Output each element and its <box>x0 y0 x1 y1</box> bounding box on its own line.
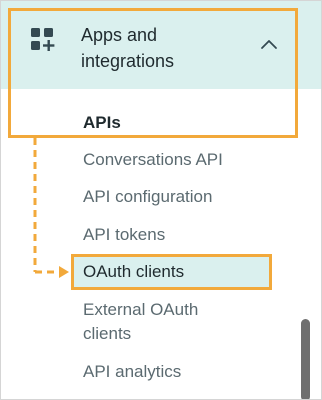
scrollbar-thumb[interactable] <box>301 319 310 399</box>
highlight-box-section <box>8 8 298 138</box>
nav-item-api-tokens[interactable]: API tokens <box>83 223 165 247</box>
highlight-box-oauth-clients <box>71 254 272 290</box>
nav-item-external-oauth-clients[interactable]: External OAuth clients <box>83 298 243 346</box>
nav-item-conversations-api[interactable]: Conversations API <box>83 148 223 172</box>
sidebar-menu: Apps and integrations APIs Conversations… <box>0 0 322 400</box>
nav-item-api-analytics[interactable]: API analytics <box>83 360 181 384</box>
nav-item-api-configuration[interactable]: API configuration <box>83 185 212 209</box>
